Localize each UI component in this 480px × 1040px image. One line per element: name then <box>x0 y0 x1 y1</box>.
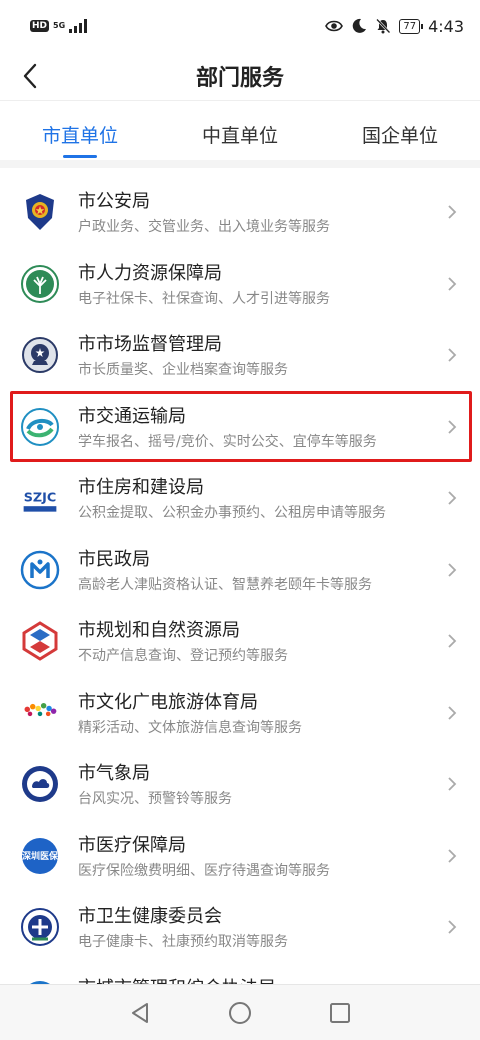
item-texts: 市文化广电旅游体育局 精彩活动、文体旅游信息查询等服务 <box>78 691 440 738</box>
tab-central-units[interactable]: 中直单位 <box>160 101 320 160</box>
item-texts: 市住房和建设局 公积金提取、公积金办事预约、公租房申请等服务 <box>78 476 440 523</box>
chevron-right-icon <box>448 705 457 720</box>
health-emblem-icon <box>20 907 60 947</box>
department-desc: 电子健康卡、社康预约取消等服务 <box>78 934 288 950</box>
tab-city-units[interactable]: 市直单位 <box>0 101 160 160</box>
department-desc: 医疗保险缴费明细、医疗待遇查询等服务 <box>78 862 330 879</box>
item-texts: 市人力资源保障局 电子社保卡、社保查询、人才引进等服务 <box>78 262 440 309</box>
weather-emblem-icon <box>20 764 60 804</box>
app-header: 部门服务 <box>0 52 480 100</box>
civil-affairs-icon <box>20 550 60 590</box>
department-name: 市住房和建设局 <box>78 477 204 498</box>
battery-indicator: 77 <box>399 18 423 34</box>
department-list: 市公安局 户政业务、交管业务、出入境业务等服务 市人力资源保障局 电子社保卡、社… <box>0 176 480 1034</box>
back-arrow-icon <box>23 63 37 89</box>
szjc-logo-icon: SZJC <box>20 478 60 518</box>
eye-icon <box>325 20 344 32</box>
planning-logo-icon <box>20 621 60 661</box>
chevron-right-icon <box>448 348 457 362</box>
status-left: HD 5G <box>30 19 88 33</box>
department-name: 市人力资源保障局 <box>78 262 222 284</box>
back-triangle-icon <box>132 1002 148 1023</box>
shenzhen-culture-icon <box>20 693 60 733</box>
list-item[interactable]: 市气象局 台风实况、预警铃等服务 <box>0 748 480 820</box>
status-right: 77 4:43 <box>325 17 464 36</box>
mute-bell-icon <box>376 18 391 34</box>
list-item-highlighted[interactable]: 市交通运输局 学车报名、摇号/竞价、实时公交、宜停车等服务 <box>0 390 480 463</box>
network-type-top: 5G <box>53 21 66 30</box>
department-desc: 精彩活动、文体旅游信息查询等服务 <box>78 719 302 736</box>
medical-insurance-logo-text: 深圳医保 <box>22 850 59 862</box>
page-title: 部门服务 <box>195 66 284 91</box>
police-badge-icon <box>20 192 60 232</box>
recents-square-icon <box>330 1002 350 1023</box>
item-texts: 市卫生健康委员会 电子健康卡、社康预约取消等服务 <box>78 905 440 952</box>
department-desc: 不动产信息查询、登记预约等服务 <box>78 648 288 664</box>
home-circle-icon <box>229 1001 251 1024</box>
chevron-right-icon <box>448 276 457 291</box>
department-desc: 公积金提取、公积金办事预约、公租房申请等服务 <box>78 505 386 521</box>
signal-icon <box>69 19 88 33</box>
department-name: 市气象局 <box>78 763 150 784</box>
chevron-right-icon <box>448 777 457 791</box>
department-desc: 市长质量奖、企业档案查询等服务 <box>78 362 288 378</box>
list-item[interactable]: 市规划和自然资源局 不动产信息查询、登记预约等服务 <box>0 605 480 677</box>
chevron-right-icon <box>448 491 457 505</box>
list-item[interactable]: 市卫生健康委员会 电子健康卡、社康预约取消等服务 <box>0 891 480 963</box>
medical-insurance-icon: 深圳医保 <box>20 836 60 876</box>
nav-recents-button[interactable] <box>320 993 360 1033</box>
chevron-right-icon <box>448 419 457 434</box>
tab-state-enterprises[interactable]: 国企单位 <box>320 101 480 160</box>
item-texts: 市气象局 台风实况、预警铃等服务 <box>78 762 440 809</box>
moon-icon <box>353 18 367 33</box>
department-name: 市公安局 <box>78 191 150 212</box>
item-texts: 市市场监督管理局 市长质量奖、企业档案查询等服务 <box>78 333 440 380</box>
department-desc: 户政业务、交管业务、出入境业务等服务 <box>78 219 330 235</box>
department-name: 市民政局 <box>78 548 150 570</box>
department-name: 市医疗保障局 <box>78 834 186 856</box>
market-emblem-icon <box>20 335 60 375</box>
nav-back-button[interactable] <box>120 993 160 1033</box>
department-desc: 高龄老人津贴资格认证、智慧养老颐年卡等服务 <box>78 576 372 593</box>
back-button[interactable] <box>14 60 46 92</box>
tab-bar: 市直单位 中直单位 国企单位 <box>0 100 480 160</box>
department-name: 市交通运输局 <box>78 405 186 427</box>
transport-emblem-icon <box>20 407 60 447</box>
szjc-logo-text: SZJC <box>24 490 56 505</box>
clock: 4:43 <box>428 16 464 36</box>
department-name: 市市场监督管理局 <box>78 334 222 355</box>
section-divider <box>0 160 480 168</box>
network-type: 5G <box>53 22 65 30</box>
system-nav-bar <box>0 984 480 1040</box>
chevron-right-icon <box>448 562 457 577</box>
list-item[interactable]: 市民政局 高龄老人津贴资格认证、智慧养老颐年卡等服务 <box>0 534 480 606</box>
status-bar: HD 5G 77 4:43 <box>0 0 480 52</box>
chevron-right-icon <box>448 205 457 219</box>
list-item[interactable]: 市市场监督管理局 市长质量奖、企业档案查询等服务 <box>0 319 480 391</box>
tree-emblem-icon <box>20 264 60 304</box>
list-item[interactable]: 市人力资源保障局 电子社保卡、社保查询、人才引进等服务 <box>0 248 480 320</box>
list-item[interactable]: 深圳医保 市医疗保障局 医疗保险缴费明细、医疗待遇查询等服务 <box>0 820 480 892</box>
department-desc: 电子社保卡、社保查询、人才引进等服务 <box>78 290 330 307</box>
nav-home-button[interactable] <box>220 993 260 1033</box>
department-name: 市文化广电旅游体育局 <box>78 691 258 713</box>
item-texts: 市规划和自然资源局 不动产信息查询、登记预约等服务 <box>78 619 440 666</box>
chevron-right-icon <box>448 920 457 934</box>
department-desc: 学车报名、摇号/竞价、实时公交、宜停车等服务 <box>78 433 377 450</box>
department-desc: 台风实况、预警铃等服务 <box>78 791 232 807</box>
department-name: 市卫生健康委员会 <box>78 906 222 927</box>
item-texts: 市医疗保障局 医疗保险缴费明细、医疗待遇查询等服务 <box>78 834 440 881</box>
list-item[interactable]: SZJC 市住房和建设局 公积金提取、公积金办事预约、公租房申请等服务 <box>0 462 480 534</box>
list-item[interactable]: 市文化广电旅游体育局 精彩活动、文体旅游信息查询等服务 <box>0 677 480 749</box>
department-name: 市规划和自然资源局 <box>78 620 240 641</box>
chevron-right-icon <box>448 848 457 863</box>
item-texts: 市交通运输局 学车报名、摇号/竞价、实时公交、宜停车等服务 <box>78 405 440 452</box>
screen: HD 5G 77 4:43 部门服务 市直单位 中直单位 国企单位 市公安局 户… <box>0 0 480 1040</box>
item-texts: 市公安局 户政业务、交管业务、出入境业务等服务 <box>78 190 440 237</box>
chevron-right-icon <box>448 634 457 648</box>
list-item[interactable]: 市公安局 户政业务、交管业务、出入境业务等服务 <box>0 176 480 248</box>
hd-badge: HD <box>30 20 50 32</box>
item-texts: 市民政局 高龄老人津贴资格认证、智慧养老颐年卡等服务 <box>78 548 440 595</box>
